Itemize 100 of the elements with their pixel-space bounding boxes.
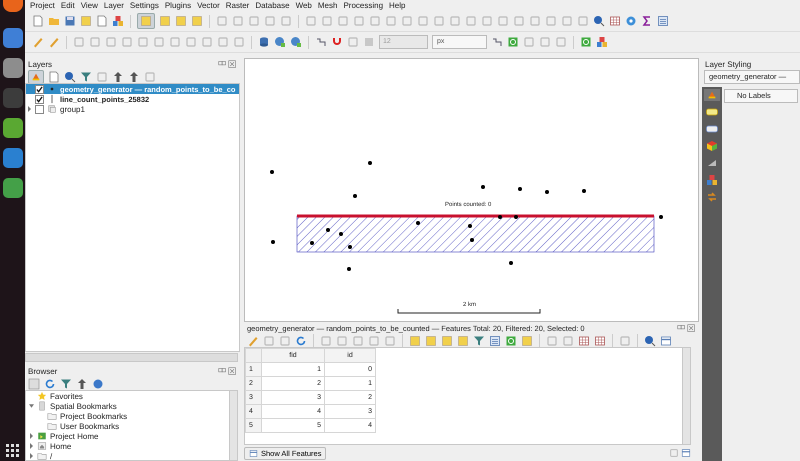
point-marker	[468, 224, 472, 228]
app-grid-icon[interactable]	[6, 444, 19, 457]
point-marker	[481, 185, 485, 189]
refresh-icon[interactable]	[44, 378, 56, 390]
table-icon[interactable]	[609, 15, 621, 27]
point-marker	[518, 187, 522, 191]
bookmark-icon	[37, 401, 47, 411]
table-icon[interactable]	[660, 334, 672, 346]
header-cell	[246, 348, 262, 362]
menu-item[interactable]: Processing	[343, 0, 384, 10]
symbology-tab[interactable]	[704, 89, 720, 101]
sigma-icon[interactable]	[641, 15, 653, 27]
group-icon	[47, 104, 57, 114]
checkbox[interactable]	[35, 94, 44, 104]
save-icon[interactable]	[64, 15, 76, 27]
point-marker	[326, 228, 330, 232]
menu-item[interactable]: Web	[296, 0, 312, 10]
table-icon	[249, 448, 258, 458]
pencil-icon[interactable]	[32, 36, 44, 48]
pencil-icon[interactable]	[48, 36, 60, 48]
project-folder-icon	[37, 431, 47, 441]
star-icon	[37, 391, 47, 401]
menu-item[interactable]: View	[80, 0, 98, 10]
form-view-icon[interactable]	[669, 448, 679, 458]
vertical-scrollbar[interactable]	[229, 390, 238, 461]
point-marker	[348, 245, 352, 249]
identify-icon[interactable]	[593, 15, 605, 27]
menu-item[interactable]: Mesh	[318, 0, 338, 10]
point-marker	[347, 267, 351, 271]
point-marker	[353, 194, 357, 198]
point-marker	[509, 261, 513, 265]
point-marker	[416, 221, 420, 225]
menu-item[interactable]: Help	[389, 0, 406, 10]
browser-item[interactable]: /	[26, 451, 229, 460]
point-marker	[582, 189, 586, 193]
blocks-icon[interactable]	[706, 174, 718, 186]
menu-item[interactable]: Plugins	[164, 0, 192, 10]
magnet-icon[interactable]	[331, 36, 343, 48]
point-marker	[271, 240, 275, 244]
collapse-icon[interactable]	[76, 378, 88, 390]
menu-item[interactable]: Database	[255, 0, 290, 10]
labels-icon[interactable]	[706, 106, 718, 118]
point-marker	[339, 232, 343, 236]
menu-item[interactable]: Edit	[60, 0, 75, 10]
globe-icon[interactable]	[290, 36, 302, 48]
globe-icon[interactable]	[274, 36, 286, 48]
label-icon[interactable]	[706, 123, 718, 135]
browser-item[interactable]: Spatial Bookmarks	[26, 401, 229, 411]
menu-item[interactable]: Project	[30, 0, 55, 10]
list-icon[interactable]	[489, 334, 501, 346]
home-folder-icon	[37, 441, 47, 451]
new-file-icon[interactable]	[32, 15, 44, 27]
point-marker	[368, 161, 372, 165]
browser-item[interactable]: Project Bookmarks	[26, 411, 229, 421]
point-marker	[514, 215, 518, 219]
database-icon[interactable]	[258, 36, 270, 48]
group-entry[interactable]: group1	[26, 104, 239, 114]
menu-item[interactable]: Raster	[226, 0, 250, 10]
shape-icon[interactable]	[706, 157, 718, 169]
checkbox[interactable]	[35, 104, 44, 114]
browser-item[interactable]: Project Home	[26, 431, 229, 441]
list-icon[interactable]	[657, 15, 669, 27]
point-marker	[270, 170, 274, 174]
horizontal-scrollbar[interactable]	[25, 353, 238, 362]
expand-icon[interactable]	[112, 70, 124, 82]
point-marker	[310, 241, 314, 245]
table-view-icon[interactable]	[681, 448, 691, 458]
selection-button[interactable]	[137, 13, 155, 29]
tool-icon[interactable]	[507, 36, 519, 48]
menu-item[interactable]: Layer	[104, 0, 124, 10]
panel-title: Layers	[28, 60, 52, 68]
tool-icon[interactable]	[596, 36, 608, 48]
close-icon[interactable]	[687, 324, 696, 332]
tool-icon[interactable]	[491, 36, 503, 48]
tool-icon[interactable]	[594, 334, 606, 346]
menu-item[interactable]: Vector	[197, 0, 220, 10]
style-icon[interactable]	[112, 15, 124, 27]
folder-icon	[37, 451, 47, 460]
point-marker	[498, 215, 502, 219]
browser-item[interactable]: User Bookmarks	[26, 421, 229, 431]
paint-icon	[707, 90, 717, 100]
checkbox[interactable]	[35, 84, 44, 94]
close-icon[interactable]	[228, 60, 237, 68]
browser-app-icon[interactable]	[2, 0, 22, 12]
refresh-icon[interactable]	[295, 334, 307, 346]
close-icon[interactable]	[228, 366, 237, 376]
folder-icon[interactable]	[48, 15, 60, 27]
collapse-icon[interactable]	[128, 70, 140, 82]
cube-icon[interactable]	[706, 140, 718, 152]
vertical-scrollbar[interactable]	[682, 348, 690, 444]
history-icon[interactable]	[706, 191, 718, 203]
panel-title: Browser	[28, 366, 58, 376]
tool-icon[interactable]	[505, 334, 517, 346]
browser-item[interactable]: Favorites	[26, 391, 229, 401]
browser-item[interactable]: Home	[26, 441, 229, 451]
point-marker	[470, 238, 474, 242]
point-marker	[545, 190, 549, 194]
tool-icon[interactable]	[578, 334, 590, 346]
menu-item[interactable]: Settings	[130, 0, 159, 10]
vertex-icon[interactable]	[315, 36, 327, 48]
